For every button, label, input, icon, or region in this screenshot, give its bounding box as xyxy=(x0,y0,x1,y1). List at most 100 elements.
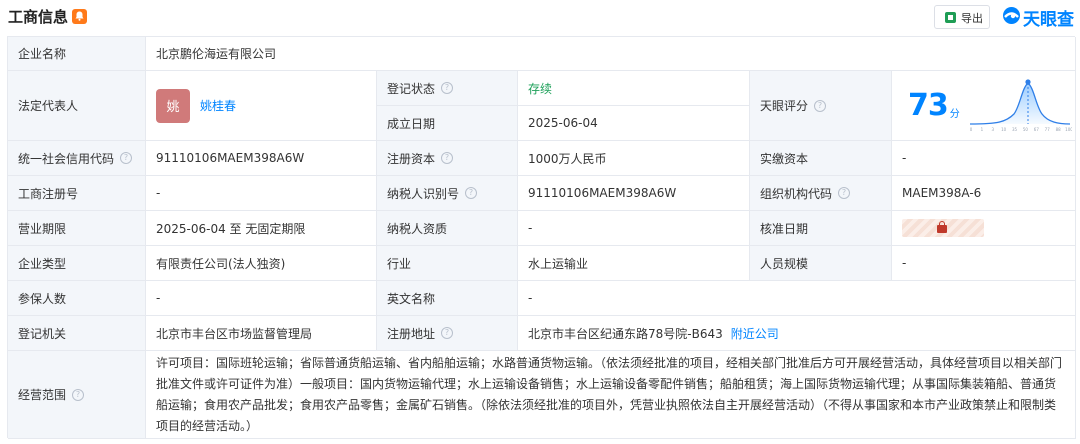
help-icon[interactable]: ? xyxy=(120,152,133,164)
label-biz-reg-no: 工商注册号 xyxy=(8,176,146,211)
value-biz-reg-no: - xyxy=(146,176,377,211)
locked-value[interactable] xyxy=(902,219,984,237)
label-text: 企业名称 xyxy=(18,47,67,61)
label-company-type: 企业类型 xyxy=(8,246,146,281)
label-text: 统一社会信用代码 xyxy=(18,151,115,166)
label-text: 行业 xyxy=(387,256,412,271)
value-taxpayer-id: 91110106MAEM398A6W xyxy=(518,176,750,211)
label-text: 营业期限 xyxy=(18,221,67,236)
score-distribution-chart: 0 1 3 10 35 50 67 77 88 100 xyxy=(969,78,1072,132)
label-text: 登记机关 xyxy=(18,326,67,341)
label-text: 纳税人资质 xyxy=(387,221,448,236)
brand-name: 天眼查 xyxy=(1023,10,1074,30)
label-insured: 参保人数 xyxy=(8,281,146,316)
label-text: 法定代表人 xyxy=(18,99,79,113)
legal-rep-name-link[interactable]: 姚桂春 xyxy=(200,97,236,114)
value-approval-date[interactable] xyxy=(892,211,1076,246)
score-value: 73 xyxy=(908,88,949,123)
value-text: - xyxy=(156,186,161,200)
label-staff-size: 人员规模 xyxy=(750,246,892,281)
label-text: 人员规模 xyxy=(760,256,809,271)
label-paid-capital: 实缴资本 xyxy=(750,141,892,176)
value-text: - xyxy=(528,291,533,305)
label-text: 工商注册号 xyxy=(18,186,79,201)
value-tianyan-score[interactable]: 73 分 0 1 3 10 35 50 67 77 88 100 xyxy=(892,71,1076,141)
label-taxpayer-qual: 纳税人资质 xyxy=(377,211,518,246)
label-reg-status: 登记状态? xyxy=(377,71,518,106)
value-biz-scope: 许可项目：国际班轮运输；省际普通货船运输、省内船舶运输；水路普通货物运输。（依法… xyxy=(146,351,1076,439)
lock-icon xyxy=(937,221,947,233)
label-text: 实缴资本 xyxy=(760,151,809,166)
score-tick-label: 100 xyxy=(1065,127,1072,132)
value-paid-capital: - xyxy=(892,141,1076,176)
label-biz-scope: 经营范围? xyxy=(8,351,146,439)
value-text: 水上运输业 xyxy=(528,256,589,271)
avatar[interactable]: 姚 xyxy=(156,88,190,123)
score-tick-label: 77 xyxy=(1044,127,1050,132)
label-tianyan-score: 天眼评分? xyxy=(750,71,892,141)
label-text: 注册地址 xyxy=(387,326,436,341)
label-reg-authority: 登记机关 xyxy=(8,316,146,351)
section-header: 工商信息 导出 天眼查 xyxy=(0,0,1080,34)
score-tick-label: 35 xyxy=(1012,127,1018,132)
value-insured: - xyxy=(146,281,377,316)
score-tick-label: 67 xyxy=(1034,127,1040,132)
label-text: 企业类型 xyxy=(18,256,67,271)
nearby-companies-link[interactable]: 附近公司 xyxy=(731,325,779,342)
value-text: 91110106MAEM398A6W xyxy=(528,186,677,200)
label-text: 经营范围 xyxy=(18,388,67,402)
score-unit: 分 xyxy=(949,109,960,120)
help-icon[interactable]: ? xyxy=(814,99,827,112)
section-title: 工商信息 xyxy=(8,8,69,26)
label-company-name: 企业名称 xyxy=(8,37,146,71)
value-text: - xyxy=(156,291,161,305)
value-reg-authority: 北京市丰台区市场监督管理局 xyxy=(146,316,377,351)
value-text: 1000万人民币 xyxy=(528,151,607,166)
label-biz-term: 营业期限 xyxy=(8,211,146,246)
score-tick-label: 0 xyxy=(969,127,972,132)
value-established: 2025-06-04 xyxy=(518,106,750,141)
value-text: 有限责任公司(法人独资) xyxy=(156,256,286,271)
label-text: 登记状态 xyxy=(387,81,436,96)
label-approval-date: 核准日期 xyxy=(750,211,892,246)
export-button[interactable]: 导出 xyxy=(934,5,990,29)
label-credit-code: 统一社会信用代码? xyxy=(8,141,146,176)
score-tick-label: 88 xyxy=(1055,127,1061,132)
label-text: 参保人数 xyxy=(18,291,67,306)
company-info-table: 企业名称 北京鹏伦海运有限公司 法定代表人 姚 姚桂春 登记状态? 存续 成立日… xyxy=(7,36,1076,439)
help-icon[interactable]: ? xyxy=(441,327,454,339)
label-text: 天眼评分 xyxy=(760,99,809,113)
label-text: 纳税人识别号 xyxy=(387,186,460,201)
tianyancha-logo-icon xyxy=(1003,7,1020,24)
label-reg-address: 注册地址? xyxy=(377,316,518,351)
label-text: 注册资本 xyxy=(387,151,436,166)
value-text: 2025-06-04 xyxy=(528,116,598,130)
export-label: 导出 xyxy=(961,12,983,25)
value-text: 许可项目：国际班轮运输；省际普通货船运输、省内船舶运输；水路普通货物运输。（依法… xyxy=(156,355,1063,433)
value-text: 北京市丰台区纪通东路78号院-B643 xyxy=(528,326,723,341)
value-text: - xyxy=(528,221,533,235)
help-icon[interactable]: ? xyxy=(441,152,454,164)
help-icon[interactable]: ? xyxy=(72,388,85,401)
label-legal-rep: 法定代表人 xyxy=(8,71,146,141)
value-taxpayer-qual: - xyxy=(518,211,750,246)
value-org-code: MAEM398A-6 xyxy=(892,176,1076,211)
value-reg-status: 存续 xyxy=(518,71,750,106)
help-icon[interactable]: ? xyxy=(465,187,478,199)
value-credit-code: 91110106MAEM398A6W xyxy=(146,141,377,176)
help-icon[interactable]: ? xyxy=(441,82,454,94)
value-text: - xyxy=(902,256,907,270)
value-text: - xyxy=(902,151,907,165)
bell-icon[interactable] xyxy=(72,9,87,24)
label-text: 组织机构代码 xyxy=(760,186,833,201)
value-company-type: 有限责任公司(法人独资) xyxy=(146,246,377,281)
label-taxpayer-id: 纳税人识别号? xyxy=(377,176,518,211)
value-legal-rep[interactable]: 姚 姚桂春 xyxy=(146,71,377,141)
label-text: 核准日期 xyxy=(760,221,809,236)
score-tick-label: 1 xyxy=(980,127,983,132)
score-tick-label: 3 xyxy=(991,127,994,132)
label-text: 英文名称 xyxy=(387,291,436,306)
value-english-name: - xyxy=(518,281,1076,316)
help-icon[interactable]: ? xyxy=(838,187,851,199)
value-text: 北京市丰台区市场监督管理局 xyxy=(156,326,313,341)
